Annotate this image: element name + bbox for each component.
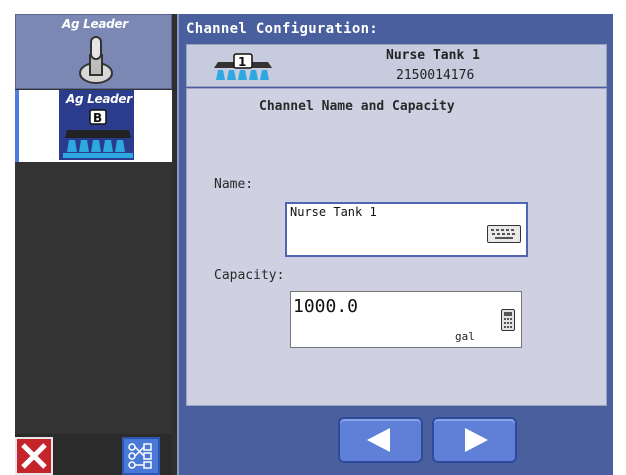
arrow-left-icon <box>367 428 390 452</box>
back-button[interactable] <box>338 417 423 463</box>
toggle-switch-icon <box>79 36 113 84</box>
sidebar-tile-boom[interactable]: Ag Leader B <box>15 90 172 162</box>
sidebar-tile-toggle[interactable]: Ag Leader <box>15 14 172 89</box>
channel-config-icon <box>128 443 152 469</box>
capacity-field[interactable]: 1000.0 gal <box>290 291 522 348</box>
capacity-label: Capacity: <box>214 268 285 283</box>
sidebar: Ag Leader Ag Leader B <box>15 14 172 475</box>
capacity-unit: gal <box>455 330 475 343</box>
channel-name: Nurse Tank 1 <box>386 48 480 63</box>
calculator-icon[interactable] <box>501 309 515 331</box>
page-title: Channel Configuration: <box>186 21 379 37</box>
name-value: Nurse Tank 1 <box>290 205 377 219</box>
configure-channels-button[interactable] <box>122 437 160 475</box>
cancel-button[interactable] <box>15 437 53 475</box>
close-icon <box>21 443 47 469</box>
keyboard-icon[interactable] <box>487 225 521 243</box>
capacity-value: 1000.0 <box>293 296 359 317</box>
brand-logo-text: Ag Leader <box>66 92 132 106</box>
brand-logo-text: Ag Leader <box>62 17 128 31</box>
arrow-right-icon <box>465 428 488 452</box>
section-title: Channel Name and Capacity <box>259 99 455 114</box>
name-label: Name: <box>214 177 254 192</box>
name-field[interactable]: Nurse Tank 1 <box>285 202 528 257</box>
boom-badge: B <box>93 111 103 125</box>
channel-number-badge: 1 <box>238 55 247 69</box>
channel-id: 2150014176 <box>396 68 475 83</box>
next-button[interactable] <box>432 417 517 463</box>
